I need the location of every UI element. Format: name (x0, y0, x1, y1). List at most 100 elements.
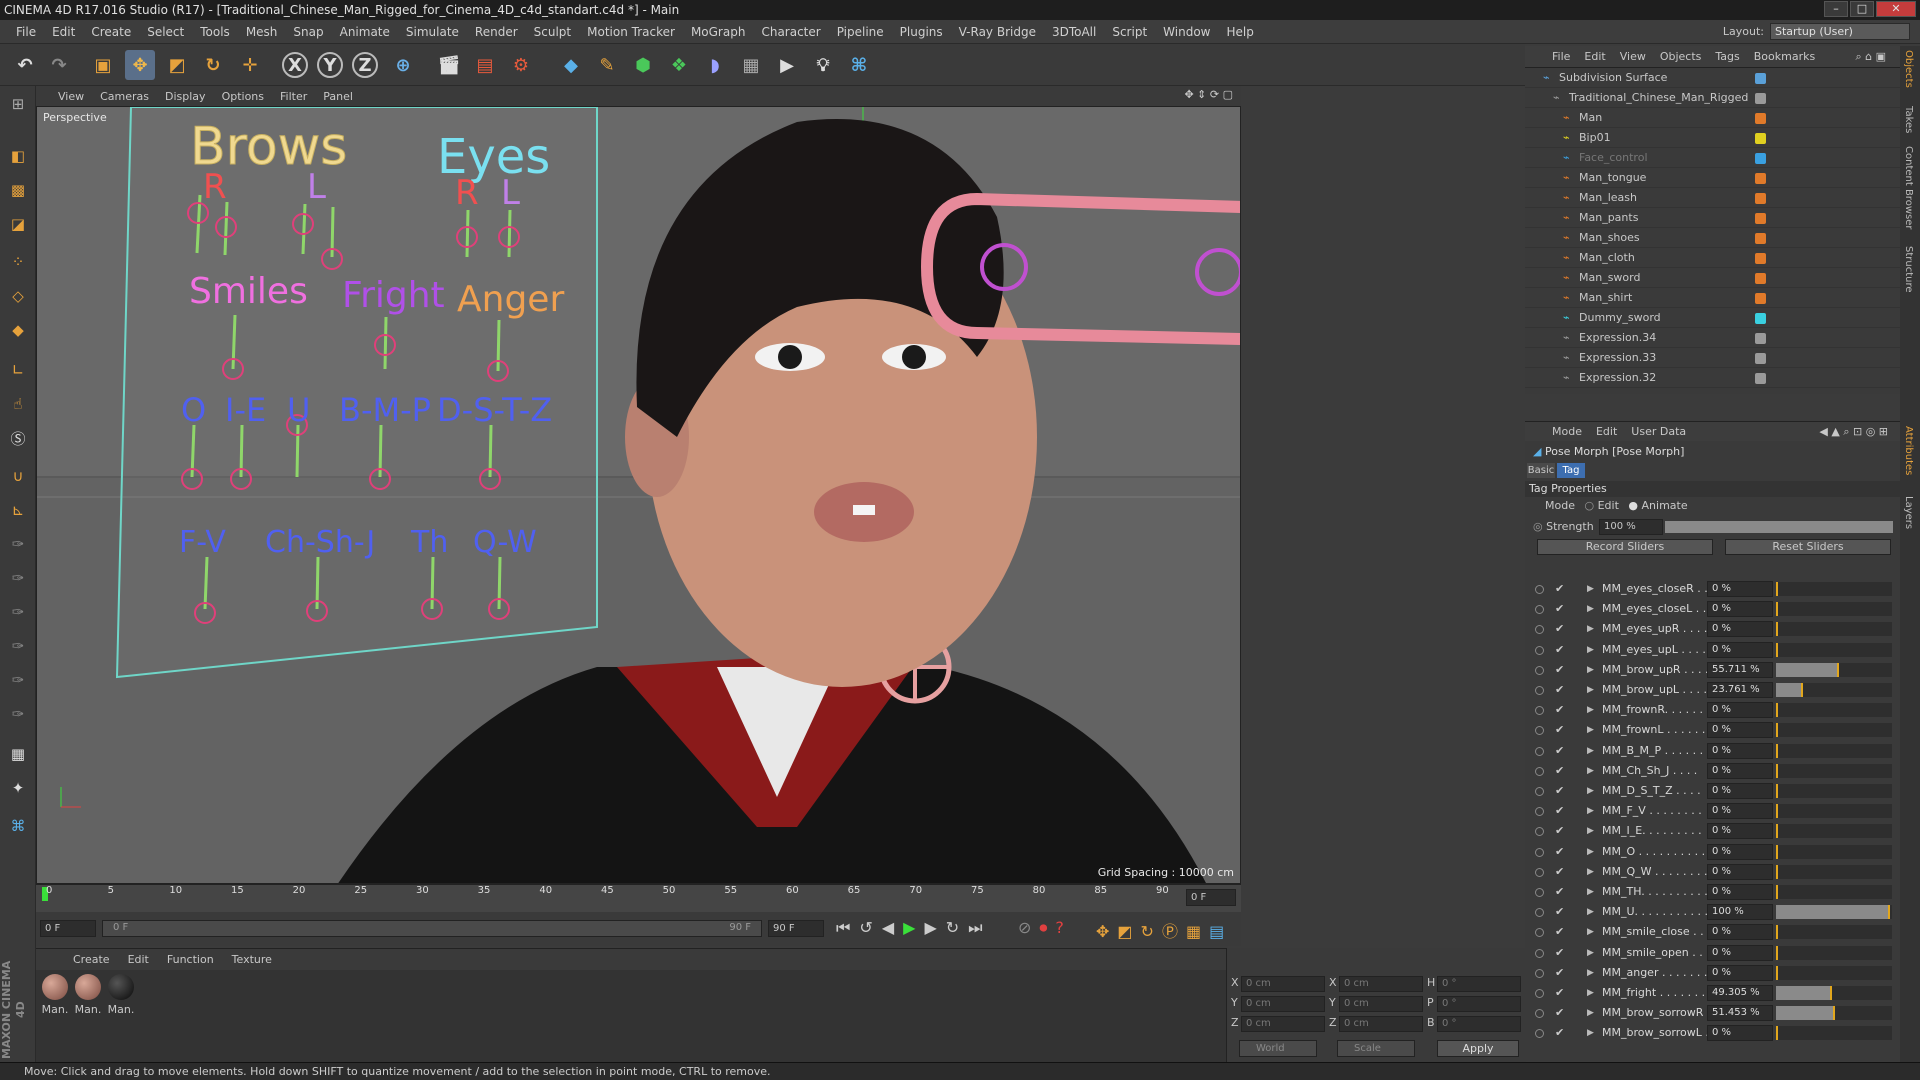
move-icon[interactable]: ✥ (125, 50, 155, 80)
paint-icon-6[interactable]: ✑ (4, 700, 32, 728)
mat-menu-texture[interactable]: Texture (223, 953, 281, 966)
record-active-icon[interactable]: ⏺ (1039, 918, 1055, 937)
keyframe-dot-icon[interactable] (1535, 1029, 1544, 1039)
layer-color-swatch[interactable] (1755, 73, 1766, 84)
mode-animate-radio-icon[interactable]: ● (1628, 499, 1638, 512)
morph-slider-value[interactable]: 0 % (1707, 843, 1773, 860)
obj-search-icon[interactable]: ⌕ ⌂ ▣ (1855, 50, 1886, 64)
object-row[interactable]: ⌁ Man_shoes (1525, 228, 1900, 248)
python-icon[interactable]: ⌘ (844, 50, 874, 80)
menu-mesh[interactable]: Mesh (238, 25, 286, 39)
mat-menu-edit[interactable]: Edit (119, 953, 158, 966)
key-scale-icon[interactable]: ◩ (1117, 922, 1140, 941)
keyframe-dot-icon[interactable] (1535, 867, 1544, 877)
morph-slider-value[interactable]: 0 % (1707, 641, 1773, 658)
morph-slider-value[interactable]: 0 % (1707, 803, 1773, 820)
object-row[interactable]: ⌁ Man_pants (1525, 208, 1900, 228)
morph-slider-value[interactable]: 0 % (1707, 702, 1773, 719)
morph-slider-value[interactable]: 23.761 % (1707, 682, 1773, 698)
checkbox-icon[interactable]: ✔ (1555, 842, 1564, 862)
expand-arrow-icon[interactable]: ▶ (1587, 680, 1594, 700)
checkbox-icon[interactable]: ✔ (1555, 781, 1564, 801)
morph-slider-track[interactable] (1776, 824, 1892, 839)
maximize-icon[interactable]: □ (1850, 1, 1874, 17)
end-frame-field[interactable]: 90 F (768, 920, 824, 937)
layer-color-swatch[interactable] (1755, 293, 1766, 304)
paint-icon-2[interactable]: ✑ (4, 564, 32, 592)
layer-color-swatch[interactable] (1755, 353, 1766, 364)
cloner-icon[interactable]: ❖ (664, 50, 694, 80)
menu-render[interactable]: Render (467, 25, 526, 39)
morph-slider-track[interactable] (1776, 763, 1892, 778)
expand-arrow-icon[interactable]: ▶ (1587, 619, 1594, 639)
checkbox-icon[interactable]: ✔ (1555, 700, 1564, 720)
morph-slider-track[interactable] (1776, 662, 1892, 677)
morph-slider-track[interactable] (1776, 945, 1892, 960)
close-icon[interactable]: ✕ (1876, 1, 1916, 17)
morph-slider-value[interactable]: 0 % (1707, 783, 1773, 799)
paint-icon-1[interactable]: ✑ (4, 530, 32, 558)
checkbox-icon[interactable]: ✔ (1555, 882, 1564, 902)
expand-arrow-icon[interactable]: ▶ (1587, 862, 1594, 882)
spline-pen-icon[interactable]: ✎ (592, 50, 622, 80)
frame-range-slider[interactable]: 0 F 90 F (102, 920, 762, 937)
workplane-lock-icon[interactable]: ⊾ (4, 496, 32, 524)
menu-edit[interactable]: Edit (44, 25, 83, 39)
keyframe-dot-icon[interactable] (1535, 847, 1544, 857)
layer-color-swatch[interactable] (1755, 253, 1766, 264)
coordinate-system-icon[interactable]: ⊕ (388, 50, 418, 80)
keyframe-dot-icon[interactable] (1535, 968, 1544, 978)
menu-pipeline[interactable]: Pipeline (829, 25, 892, 39)
keyframe-dot-icon[interactable] (1535, 928, 1544, 938)
menu-help[interactable]: Help (1218, 25, 1261, 39)
expand-arrow-icon[interactable]: ▶ (1587, 700, 1594, 720)
expand-arrow-icon[interactable]: ▶ (1587, 943, 1594, 963)
obj-menu-file[interactable]: File (1545, 50, 1577, 63)
vp-menu-cameras[interactable]: Cameras (92, 90, 157, 103)
object-row[interactable]: ⌁ Man_sword (1525, 268, 1900, 288)
camera-icon[interactable]: ▶ (772, 50, 802, 80)
expand-arrow-icon[interactable]: ▶ (1587, 640, 1594, 660)
morph-slider-value[interactable]: 0 % (1707, 823, 1773, 840)
layer-color-swatch[interactable] (1755, 173, 1766, 184)
expand-arrow-icon[interactable]: ▶ (1587, 821, 1594, 841)
morph-slider-track[interactable] (1776, 743, 1892, 758)
obj-menu-view[interactable]: View (1613, 50, 1653, 63)
viewport-nav-icons[interactable]: ✥ ⇕ ⟳ ▢ (1184, 88, 1233, 101)
next-key-icon[interactable]: ↻ (946, 918, 968, 937)
next-frame-icon[interactable]: ▶ (924, 918, 945, 937)
layer-color-swatch[interactable] (1755, 213, 1766, 224)
coord-rotation-field[interactable]: 0 ° (1437, 976, 1521, 992)
menu-snap[interactable]: Snap (285, 25, 331, 39)
cube-icon[interactable]: ◆ (556, 50, 586, 80)
minimize-icon[interactable]: – (1824, 1, 1848, 17)
redo-icon[interactable]: ↷ (44, 50, 74, 80)
points-mode-icon[interactable]: ⁘ (4, 248, 32, 276)
paint-icon-3[interactable]: ✑ (4, 598, 32, 626)
keyframe-dot-icon[interactable] (1535, 706, 1544, 716)
coord-position-field[interactable]: 0 cm (1241, 976, 1325, 992)
side-tab-content-browser[interactable]: Content Browser (1903, 146, 1914, 229)
object-row[interactable]: ⌁ Subdivision Surface (1525, 68, 1900, 88)
grid-icon[interactable]: ▦ (4, 740, 32, 768)
coord-rotation-field[interactable]: 0 ° (1437, 996, 1521, 1012)
strength-keyframe-icon[interactable]: ◎ (1533, 520, 1543, 533)
menu-script[interactable]: Script (1104, 25, 1155, 39)
coord-position-field[interactable]: 0 cm (1241, 996, 1325, 1012)
layer-color-swatch[interactable] (1755, 273, 1766, 284)
obj-menu-objects[interactable]: Objects (1653, 50, 1709, 63)
morph-slider-value[interactable]: 100 % (1707, 904, 1773, 921)
morph-slider-track[interactable] (1776, 844, 1892, 859)
morph-slider-track[interactable] (1776, 784, 1892, 798)
play-icon[interactable]: ▶ (903, 918, 924, 937)
mat-menu-function[interactable]: Function (158, 953, 223, 966)
coord-scale-dropdown[interactable]: Scale (1337, 1040, 1415, 1057)
menu-simulate[interactable]: Simulate (398, 25, 467, 39)
morph-slider-value[interactable]: 49.305 % (1707, 985, 1773, 1001)
floor-icon[interactable]: ▦ (736, 50, 766, 80)
morph-slider-value[interactable]: 0 % (1707, 601, 1773, 618)
timeline-ruler[interactable]: 0 5 10 15 20 25 30 35 40 45 50 55 60 65 70 75 80 85 90 0 F (36, 884, 1241, 912)
menu-file[interactable]: File (8, 25, 44, 39)
undo-icon[interactable]: ↶ (10, 50, 40, 80)
model-mode-icon[interactable]: ◧ (4, 142, 32, 170)
